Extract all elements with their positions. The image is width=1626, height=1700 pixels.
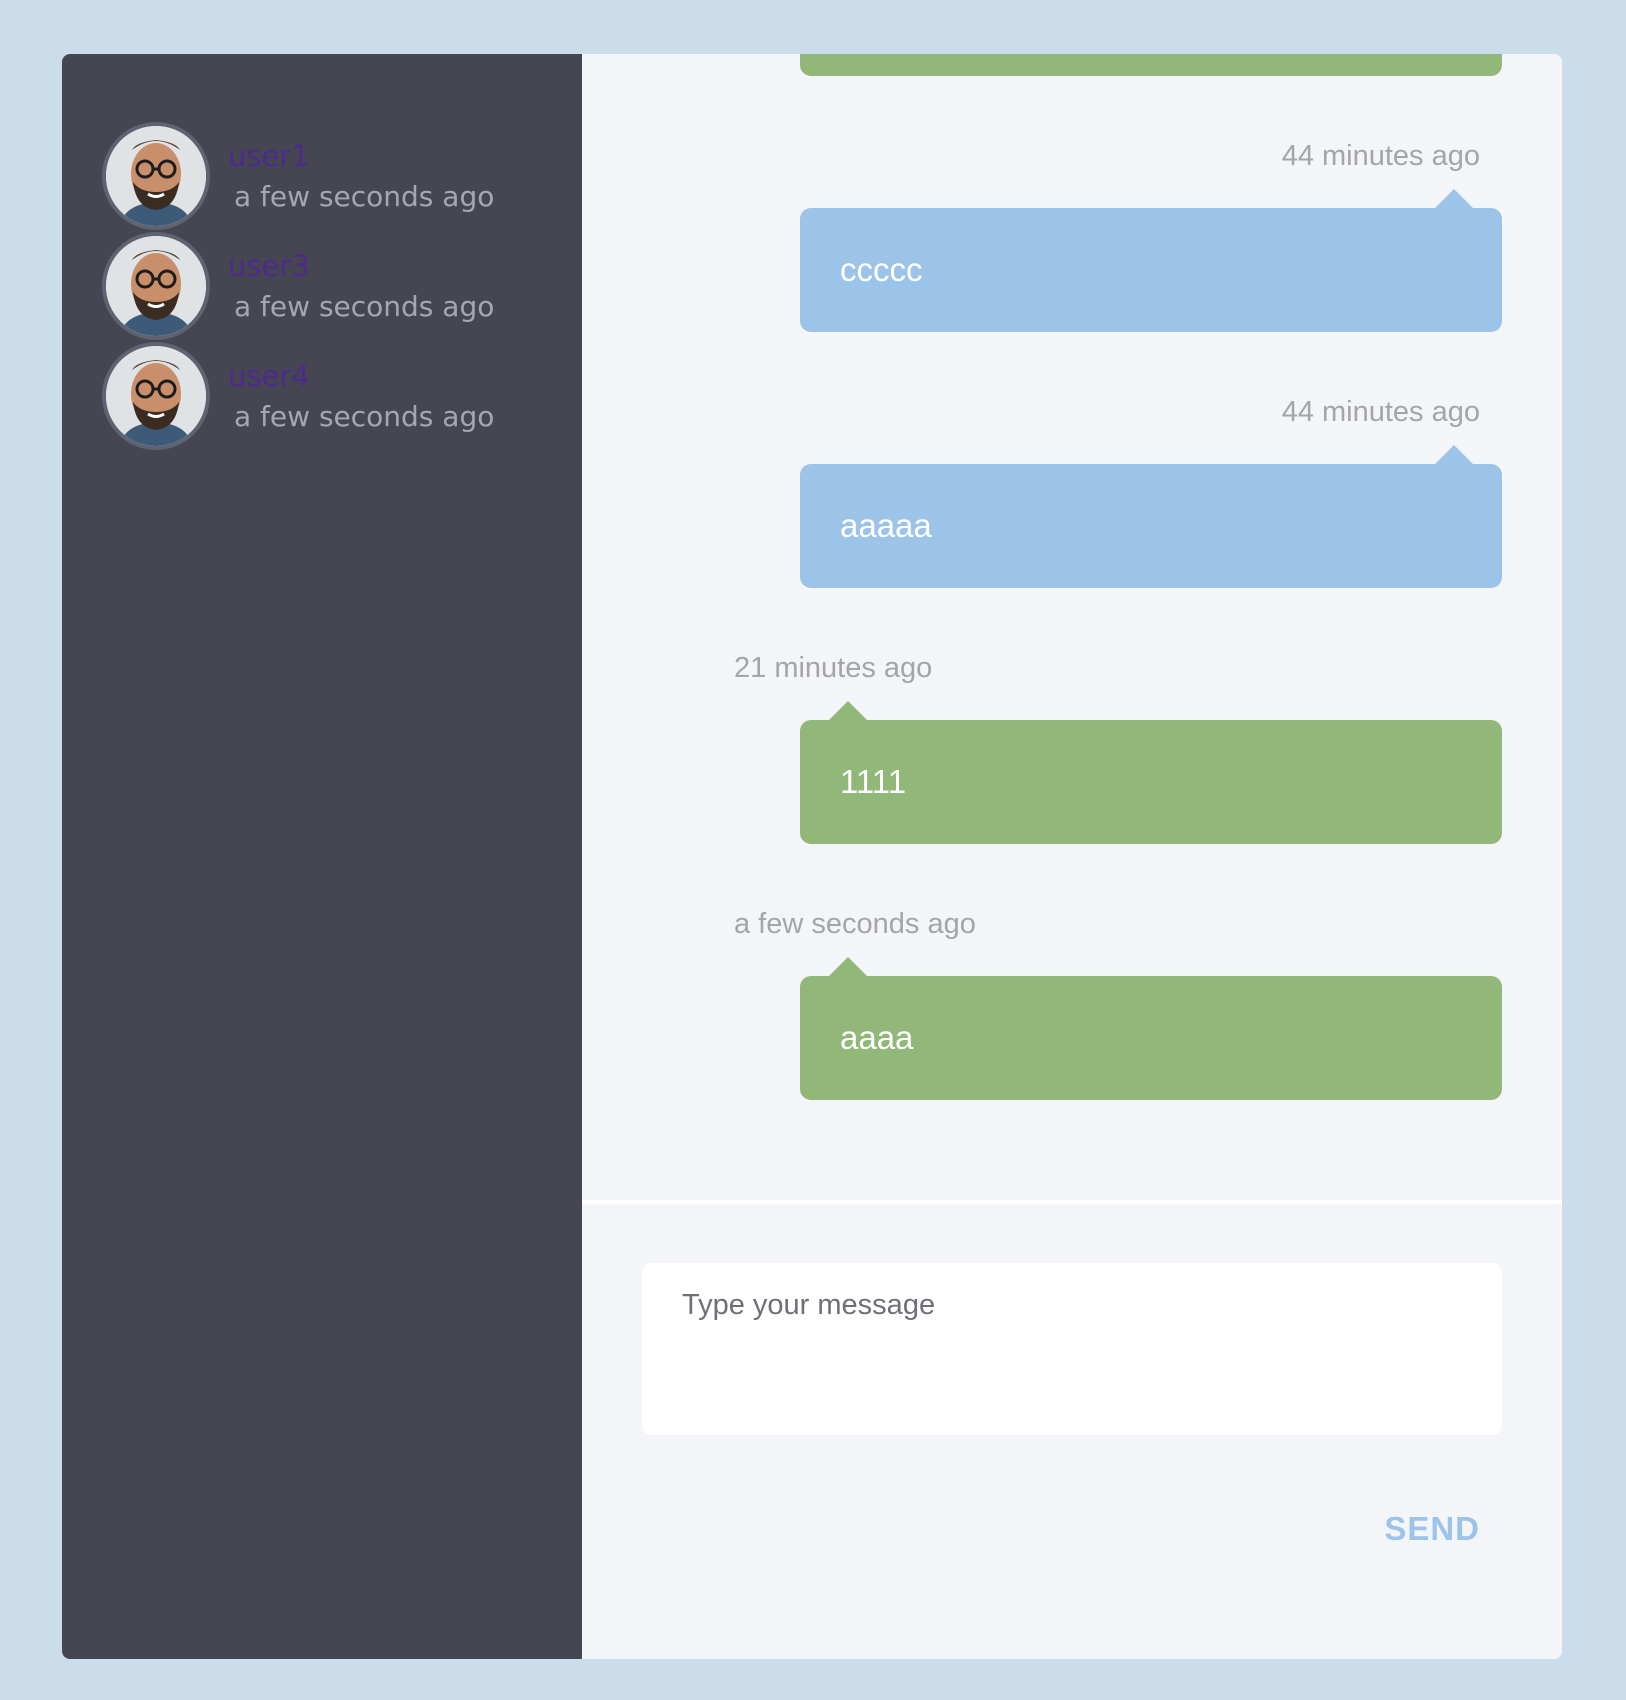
chat-app: user1 a few seconds ago user3 a few seco — [62, 54, 1562, 1659]
user-list-item[interactable]: user1 a few seconds ago — [102, 122, 562, 232]
username[interactable]: user4 — [228, 359, 310, 393]
message-text: aaaaa — [840, 507, 932, 544]
message-timestamp: 21 minutes ago — [734, 652, 933, 684]
message-timestamp: 44 minutes ago — [1281, 396, 1480, 428]
avatar — [102, 232, 210, 340]
user-list-item[interactable]: user4 a few seconds ago — [102, 342, 562, 452]
message-timestamp: 44 minutes ago — [1281, 140, 1480, 172]
send-button[interactable]: SEND — [1384, 1510, 1480, 1548]
message-bubble-other: aaaa — [800, 957, 1502, 1100]
user-list-item[interactable]: user3 a few seconds ago — [102, 232, 562, 342]
message-bubble-partial — [800, 54, 1502, 76]
message-bubble-own: ccccc — [800, 189, 1502, 332]
message-input[interactable] — [642, 1263, 1502, 1435]
user-last-seen: a few seconds ago — [234, 290, 495, 323]
bubble-pointer — [828, 701, 868, 721]
avatar — [102, 342, 210, 450]
bubble-pointer — [1434, 189, 1474, 209]
message-timestamp: a few seconds ago — [734, 908, 976, 940]
composer-divider — [582, 1200, 1562, 1204]
user-list-sidebar: user1 a few seconds ago user3 a few seco — [62, 54, 582, 1659]
message-text: ccccc — [840, 251, 923, 288]
bubble-pointer — [828, 957, 868, 977]
user-last-seen: a few seconds ago — [234, 180, 495, 213]
message-bubble-own: aaaaa — [800, 445, 1502, 588]
bubble-pointer — [1434, 445, 1474, 465]
username[interactable]: user1 — [228, 139, 310, 173]
message-text: aaaa — [840, 1019, 914, 1056]
user-last-seen: a few seconds ago — [234, 400, 495, 433]
avatar — [102, 122, 210, 230]
chat-panel: 44 minutes ago ccccc 44 minutes ago aaaa… — [582, 54, 1562, 1659]
username[interactable]: user3 — [228, 249, 310, 283]
message-text: 1111 — [840, 763, 907, 800]
message-bubble-other: 1111 — [800, 701, 1502, 844]
